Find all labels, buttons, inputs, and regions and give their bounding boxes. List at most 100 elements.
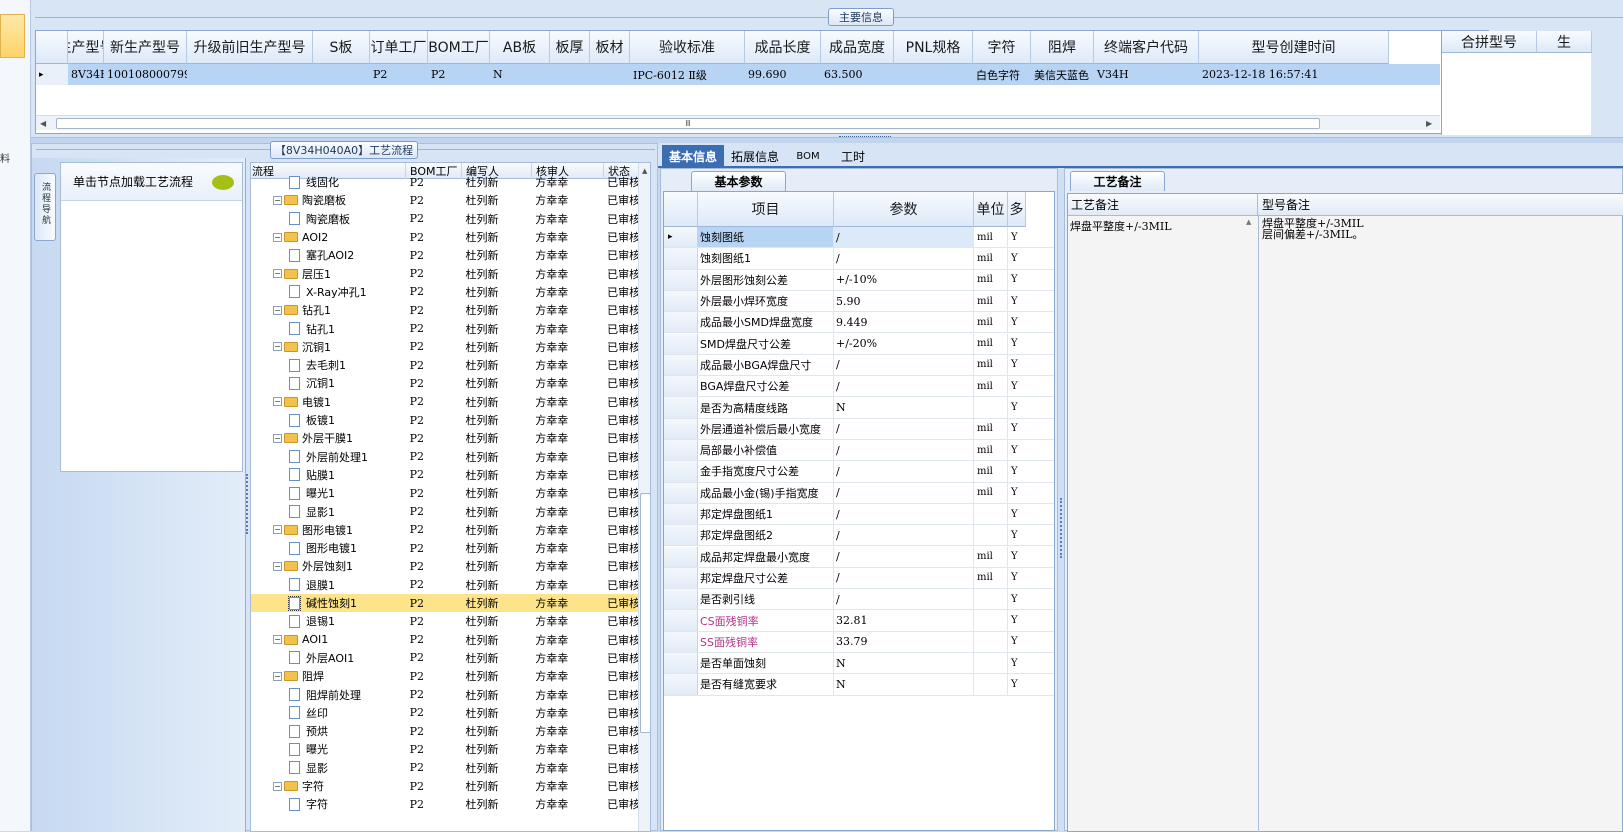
tab-extended-info[interactable]: 拓展信息	[724, 145, 786, 167]
param-row[interactable]: CS面残铜率 32.81 Y	[664, 610, 1054, 632]
tree-row[interactable]: 塞孔AOI2 P2 杜列新 方幸幸 已审核	[251, 246, 639, 264]
param-value[interactable]: /	[834, 589, 974, 610]
tree-row[interactable]: − 阻焊 P2 杜列新 方幸幸 已审核	[251, 667, 639, 685]
param-value[interactable]: 33.79	[834, 631, 974, 652]
remarks-tab[interactable]: 工艺备注	[1070, 171, 1165, 191]
main-cell[interactable]	[894, 64, 973, 85]
param-value[interactable]: N	[834, 653, 974, 674]
horizontal-scrollbar[interactable]: ◀ Ⅲ ▶	[36, 115, 1440, 130]
main-cell[interactable]: IPC-6012 Ⅱ级	[630, 64, 745, 85]
collapse-icon[interactable]: −	[273, 433, 282, 443]
main-cell[interactable]	[187, 64, 313, 85]
tree-row[interactable]: 显影 P2 杜列新 方幸幸 已审核	[251, 759, 639, 777]
param-value[interactable]: /	[834, 418, 974, 439]
main-cell[interactable]	[550, 64, 590, 85]
main-col-header[interactable]: 型号创建时间	[1199, 31, 1389, 64]
tree-scroll-up[interactable]: ▲	[642, 167, 647, 175]
tree-row[interactable]: 退锡1 P2 杜列新 方幸幸 已审核	[251, 612, 639, 630]
param-value[interactable]: 32.81	[834, 610, 974, 631]
collapse-icon[interactable]: −	[273, 525, 282, 535]
param-row[interactable]: 蚀刻图纸1/mil Y	[664, 248, 1054, 270]
main-col-header[interactable]: 板材	[590, 31, 630, 64]
main-col-header[interactable]: 升级前旧生产型号	[187, 31, 313, 64]
param-row[interactable]: 是否剥引线 / Y	[664, 589, 1054, 611]
param-value[interactable]: /	[834, 546, 974, 567]
param-row[interactable]: 成品最小金(锡)手指宽度 / mil Y	[664, 482, 1054, 504]
collapse-icon[interactable]: −	[273, 561, 282, 571]
param-value[interactable]: +/-10%	[834, 269, 974, 290]
param-value[interactable]: /	[834, 248, 974, 269]
tree-scroll-thumb[interactable]	[640, 493, 650, 733]
param-row[interactable]: 成品最小BGA焊盘尺寸 / mil Y	[664, 354, 1054, 377]
tree-row[interactable]: − 电镀1 P2 杜列新 方幸幸 已审核	[251, 393, 639, 411]
main-col-header[interactable]: 字符	[973, 31, 1031, 64]
param-row[interactable]: 外层最小焊环宽度 5.90 mil Y	[664, 290, 1054, 313]
nav-card-header[interactable]: 单击节点加载工艺流程	[61, 163, 242, 201]
param-row[interactable]: 外层图形蚀刻公差 +/-10% mil Y	[664, 269, 1054, 291]
tree-row[interactable]: 曝光1 P2 杜列新 方幸幸 已审核	[251, 484, 639, 502]
param-row[interactable]: 成品最小SMD焊盘宽度 9.449 mil Y	[664, 312, 1054, 334]
tab-basic-info[interactable]: 基本信息	[662, 145, 724, 167]
tree-row[interactable]: 显影1 P2 杜列新 方幸幸 已审核	[251, 502, 639, 520]
collapse-icon[interactable]: −	[273, 232, 282, 242]
param-value[interactable]: /	[834, 482, 974, 503]
main-cell[interactable]: 8V34H040A0	[68, 64, 104, 85]
main-col-header[interactable]: S板	[313, 31, 370, 64]
model-note-line2[interactable]: 层间偏差+/-3MIL。	[1262, 229, 1364, 240]
main-col-header[interactable]: 终端客户代码	[1094, 31, 1199, 64]
tree-row[interactable]: − AOI2 P2 杜列新 方幸幸 已审核	[251, 228, 639, 246]
left-strip-highlight[interactable]	[0, 14, 25, 58]
param-row[interactable]: 金手指宽度尺寸公差 / mil Y	[664, 461, 1054, 483]
param-value[interactable]: /	[834, 461, 974, 482]
main-col-header[interactable]: 订单工厂	[370, 31, 428, 64]
collapse-icon[interactable]: −	[273, 635, 282, 645]
param-value[interactable]: /	[834, 376, 974, 397]
tree-row[interactable]: 贴膜1 P2 杜列新 方幸幸 已审核	[251, 466, 639, 484]
collapse-icon[interactable]: −	[273, 195, 282, 205]
main-cell[interactable]: 白色字符	[973, 64, 1031, 85]
tree-row[interactable]: 钻孔1 P2 杜列新 方幸幸 已审核	[251, 319, 639, 337]
params-col-header[interactable]: 多	[1008, 192, 1026, 227]
tree-row[interactable]: 线固化 P2 杜列新 方幸幸 已审核	[251, 173, 639, 191]
param-row[interactable]: SS面残铜率 33.79 Y	[664, 631, 1054, 653]
tree-row[interactable]: 碱性蚀刻1 P2 杜列新 方幸幸 已审核	[251, 593, 639, 613]
main-col-header[interactable]: 成品长度	[745, 31, 821, 64]
param-value[interactable]: /	[834, 227, 974, 248]
param-row[interactable]: SMD焊盘尺寸公差 +/-20% mil Y	[664, 333, 1054, 355]
param-row[interactable]: 是否单面蚀刻 N Y	[664, 653, 1054, 675]
param-value[interactable]: /	[834, 440, 974, 461]
param-value[interactable]: +/-20%	[834, 333, 974, 354]
tree-row[interactable]: 板镀1 P2 杜列新 方幸幸 已审核	[251, 411, 639, 429]
main-col-header[interactable]: 生产型号	[68, 31, 104, 64]
tree-row[interactable]: − 外层蚀刻1 P2 杜列新 方幸幸 已审核	[251, 557, 639, 575]
main-col-header[interactable]: 板厚	[550, 31, 590, 64]
param-row[interactable]: 邦定焊盘图纸1/ Y	[664, 503, 1054, 526]
basic-params-tab[interactable]: 基本参数	[691, 171, 786, 191]
params-col-header[interactable]: 参数	[834, 192, 974, 227]
tree-row[interactable]: − 图形电镀1 P2 杜列新 方幸幸 已审核	[251, 521, 639, 539]
tree-row[interactable]: 丝印 P2 杜列新 方幸幸 已审核	[251, 704, 639, 722]
param-row[interactable]: 是否为高精度线路 N Y	[664, 397, 1054, 419]
process-note-text[interactable]: 焊盘平整度+/-3MIL	[1070, 218, 1248, 234]
tree-vscrollbar[interactable]: ▲	[638, 163, 650, 831]
scroll-thumb[interactable]: Ⅲ	[56, 118, 1320, 129]
collapse-icon[interactable]: −	[273, 342, 282, 352]
tree-row[interactable]: 陶瓷磨板 P2 杜列新 方幸幸 已审核	[251, 210, 639, 228]
collapse-icon[interactable]: −	[273, 269, 282, 279]
param-row[interactable]: 邦定焊盘图纸2/ Y	[664, 525, 1054, 547]
param-row[interactable]: 成品邦定焊盘最小宽度 / mil Y	[664, 546, 1054, 568]
param-value[interactable]: /	[834, 567, 974, 589]
collapse-icon[interactable]: −	[273, 305, 282, 315]
tree-row[interactable]: 曝光 P2 杜列新 方幸幸 已审核	[251, 740, 639, 758]
splitter-grip[interactable]	[839, 136, 891, 141]
tree-row[interactable]: 去毛刺1 P2 杜列新 方幸幸 已审核	[251, 356, 639, 374]
tree-row[interactable]: − 陶瓷磨板 P2 杜列新 方幸幸 已审核	[251, 191, 639, 209]
tree-row[interactable]: 外层前处理1 P2 杜列新 方幸幸 已审核	[251, 448, 639, 466]
param-row[interactable]: 局部最小补偿值 / mil Y	[664, 440, 1054, 462]
main-cell[interactable]: 10010800079973	[104, 64, 187, 85]
param-value[interactable]: /	[834, 503, 974, 525]
process-note-scroll[interactable]: ▲	[1246, 218, 1251, 226]
tree-row[interactable]: − 外层干膜1 P2 杜列新 方幸幸 已审核	[251, 429, 639, 447]
collapse-icon[interactable]: −	[273, 397, 282, 407]
scroll-left-arrow[interactable]: ◀	[40, 119, 46, 128]
